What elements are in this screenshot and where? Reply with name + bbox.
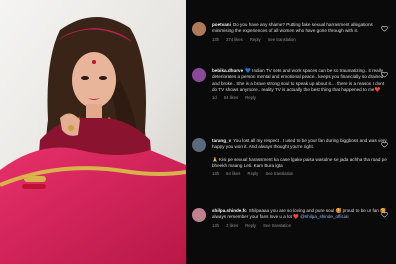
heart-icon[interactable] [381, 141, 388, 148]
reply-link[interactable]: Reply [250, 37, 261, 42]
see-translation-link[interactable]: See translation [265, 171, 293, 176]
heart-icon[interactable] [381, 211, 388, 218]
red-heart-emoji: ❤️ [374, 86, 381, 92]
comment-likes[interactable]: 64 likes [226, 171, 240, 176]
comment-meta: 13h 2 likes Reply See translation [212, 223, 388, 229]
comment-time: 1d [212, 95, 217, 101]
comment-text: You lost all my respect . I used to be y… [212, 138, 387, 150]
comment-text: Do you have any shame? Putting fake sexu… [212, 22, 373, 34]
avatar[interactable] [192, 208, 206, 222]
avatar[interactable] [192, 68, 206, 82]
comment-time: 13h [212, 171, 219, 177]
comment-meta: 1d 54 likes Reply [212, 95, 388, 101]
blue-heart-emoji: 💙 [245, 68, 251, 73]
comment-likes[interactable]: 54 likes [224, 95, 238, 100]
comment-username[interactable]: bebika.dhurve [212, 68, 243, 73]
folded-hands-emoji: 🙏 [212, 156, 218, 162]
comment-text-2: Kisi pe sexual harassment ka case lgake … [212, 156, 387, 168]
instagram-comments-screenshot: poetvani Do you have any shame? Putting f… [0, 0, 396, 264]
smiling-hearts-emoji: 🥰 [335, 208, 342, 213]
comment-time: 13h [212, 222, 219, 228]
woman-in-red-saree-image [0, 0, 186, 264]
avatar[interactable] [192, 138, 206, 152]
comment: poetvani Do you have any shame? Putting f… [192, 22, 388, 43]
reply-link[interactable]: Reply [248, 171, 259, 176]
mention-link[interactable]: @shilpa_shinde_official [300, 214, 348, 219]
comments-panel: poetvani Do you have any shame? Putting f… [186, 0, 396, 264]
see-translation-link[interactable]: See translation [268, 37, 296, 42]
comment-time: 13h [212, 36, 219, 42]
comment-text-b: proud to be ur fan [342, 208, 379, 213]
comment: bebika.dhurve 💙 Indian TV sets and work s… [192, 68, 388, 101]
comment-username[interactable]: tarang_v [212, 138, 231, 143]
reply-link[interactable]: Reply [245, 95, 256, 100]
comment-username[interactable]: shilpa.shinde.fc [212, 208, 247, 213]
comment-meta: 13h 64 likes Reply See translation [212, 171, 388, 177]
comment-likes[interactable]: 274 likes [226, 37, 243, 42]
red-heart-emoji: ❤️ [293, 214, 299, 220]
heart-icon[interactable] [381, 25, 388, 32]
comment-likes[interactable]: 2 likes [226, 223, 238, 228]
comment: tarang_v You lost all my respect . I used… [192, 138, 388, 177]
comment-username[interactable]: poetvani [212, 22, 231, 27]
heart-icon[interactable] [381, 71, 388, 78]
avatar[interactable] [192, 22, 206, 36]
comment-meta: 13h 274 likes Reply See translation [212, 37, 388, 43]
see-translation-link[interactable]: See translation [263, 223, 291, 228]
comment-text-c: always remember your fans love u a lot [212, 214, 292, 220]
video-frame[interactable] [0, 0, 186, 264]
comment-paragraph-2: 🙏 Kisi pe sexual harassment ka case lgak… [212, 157, 388, 170]
comment: shilpa.shinde.fc Shilpaaaa you are so lov… [192, 208, 388, 229]
reply-link[interactable]: Reply [245, 223, 256, 228]
comment-text: Shilpaaaa you are so loving and pure sou… [248, 208, 335, 213]
